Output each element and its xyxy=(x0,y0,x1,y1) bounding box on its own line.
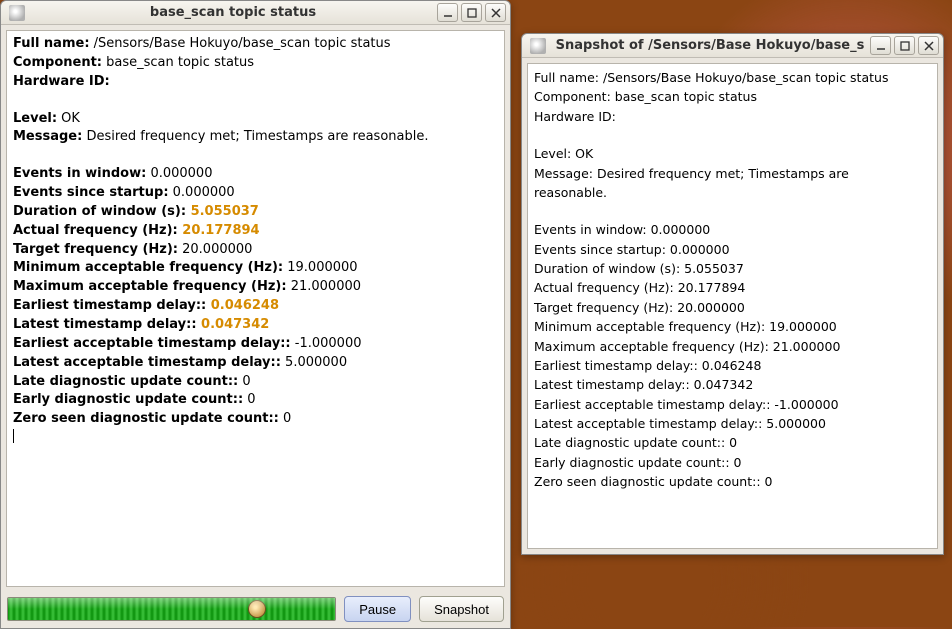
zero-count-row: Zero seen diagnostic update count:: 0 xyxy=(534,472,931,491)
early-count-value: 0 xyxy=(243,392,255,407)
earliest-acc-label: Earliest acceptable timestamp delay:: xyxy=(13,336,291,351)
window-title: base_scan topic status xyxy=(29,5,437,20)
duration-value: 5.055037 xyxy=(186,204,259,219)
level-row: Level: OK xyxy=(534,144,931,163)
component-label: Component: xyxy=(13,55,102,70)
titlebar[interactable]: Snapshot of /Sensors/Base Hokuyo/base_s xyxy=(522,34,943,58)
progress-slider[interactable] xyxy=(7,597,336,621)
zero-count-label: Zero seen diagnostic update count:: xyxy=(13,411,279,426)
window-controls xyxy=(870,36,939,55)
slider-thumb[interactable] xyxy=(248,600,266,618)
window-title: Snapshot of /Sensors/Base Hokuyo/base_s xyxy=(550,38,870,53)
message-value: Desired frequency met; Timestamps are re… xyxy=(82,129,428,144)
hardware-id-row: Hardware ID: xyxy=(534,107,931,126)
minimize-button[interactable] xyxy=(437,3,458,22)
max-freq-label: Maximum acceptable frequency (Hz): xyxy=(13,279,287,294)
min-freq-label: Minimum acceptable frequency (Hz): xyxy=(13,260,283,275)
level-label: Level: xyxy=(13,111,57,126)
level-value: OK xyxy=(57,111,80,126)
actual-freq-row: Actual frequency (Hz): 20.177894 xyxy=(534,278,931,297)
max-freq-row: Maximum acceptable frequency (Hz): 21.00… xyxy=(534,337,931,356)
events-startup-value: 0.000000 xyxy=(169,185,235,200)
hardware-id-label: Hardware ID: xyxy=(13,74,110,89)
earliest-ts-label: Earliest timestamp delay:: xyxy=(13,298,206,313)
window-controls xyxy=(437,3,506,22)
app-icon xyxy=(530,38,546,54)
component-row: Component: base_scan topic status xyxy=(534,87,931,106)
main-window: base_scan topic status Full name: /Senso… xyxy=(0,0,511,629)
duration-label: Duration of window (s): xyxy=(13,204,186,219)
early-count-row: Early diagnostic update count:: 0 xyxy=(534,453,931,472)
snapshot-window: Snapshot of /Sensors/Base Hokuyo/base_s … xyxy=(521,33,944,555)
earliest-acc-value: -1.000000 xyxy=(291,336,362,351)
earliest-ts-row: Earliest timestamp delay:: 0.046248 xyxy=(534,356,931,375)
message-row-1: Message: Desired frequency met; Timestam… xyxy=(534,164,931,183)
component-value: base_scan topic status xyxy=(102,55,254,70)
max-freq-value: 21.000000 xyxy=(287,279,361,294)
minimize-button[interactable] xyxy=(870,36,891,55)
latest-acc-row: Latest acceptable timestamp delay:: 5.00… xyxy=(534,414,931,433)
duration-row: Duration of window (s): 5.055037 xyxy=(534,259,931,278)
target-freq-value: 20.000000 xyxy=(178,242,252,257)
latest-ts-row: Latest timestamp delay:: 0.047342 xyxy=(534,375,931,394)
events-startup-row: Events since startup: 0.000000 xyxy=(534,240,931,259)
earliest-acc-row: Earliest acceptable timestamp delay:: -1… xyxy=(534,395,931,414)
zero-count-value: 0 xyxy=(279,411,291,426)
latest-acc-label: Latest acceptable timestamp delay:: xyxy=(13,355,281,370)
diagnostic-content: Full name: /Sensors/Base Hokuyo/base_sca… xyxy=(6,30,505,587)
close-button[interactable] xyxy=(918,36,939,55)
events-window-label: Events in window: xyxy=(13,166,146,181)
message-row-2: reasonable. xyxy=(534,183,931,202)
full-name-label: Full name: xyxy=(13,36,90,51)
min-freq-row: Minimum acceptable frequency (Hz): 19.00… xyxy=(534,317,931,336)
maximize-button[interactable] xyxy=(461,3,482,22)
latest-ts-label: Latest timestamp delay:: xyxy=(13,317,197,332)
titlebar[interactable]: base_scan topic status xyxy=(1,1,510,25)
target-freq-label: Target frequency (Hz): xyxy=(13,242,178,257)
events-window-row: Events in window: 0.000000 xyxy=(534,220,931,239)
text-cursor xyxy=(13,429,14,443)
bottom-toolbar: Pause Snapshot xyxy=(1,592,510,628)
pause-button[interactable]: Pause xyxy=(344,596,411,622)
earliest-ts-value: 0.046248 xyxy=(206,298,279,313)
latest-ts-value: 0.047342 xyxy=(197,317,270,332)
message-label: Message: xyxy=(13,129,82,144)
maximize-button[interactable] xyxy=(894,36,915,55)
early-count-label: Early diagnostic update count:: xyxy=(13,392,243,407)
app-icon xyxy=(9,5,25,21)
late-count-row: Late diagnostic update count:: 0 xyxy=(534,433,931,452)
actual-freq-label: Actual frequency (Hz): xyxy=(13,223,178,238)
min-freq-value: 19.000000 xyxy=(283,260,357,275)
events-startup-label: Events since startup: xyxy=(13,185,169,200)
snapshot-content: Full name: /Sensors/Base Hokuyo/base_sca… xyxy=(527,63,938,549)
events-window-value: 0.000000 xyxy=(146,166,212,181)
full-name-row: Full name: /Sensors/Base Hokuyo/base_sca… xyxy=(534,68,931,87)
late-count-value: 0 xyxy=(238,374,250,389)
close-button[interactable] xyxy=(485,3,506,22)
full-name-value: /Sensors/Base Hokuyo/base_scan topic sta… xyxy=(90,36,391,51)
actual-freq-value: 20.177894 xyxy=(178,223,260,238)
late-count-label: Late diagnostic update count:: xyxy=(13,374,238,389)
snapshot-button[interactable]: Snapshot xyxy=(419,596,504,622)
target-freq-row: Target frequency (Hz): 20.000000 xyxy=(534,298,931,317)
latest-acc-value: 5.000000 xyxy=(281,355,347,370)
